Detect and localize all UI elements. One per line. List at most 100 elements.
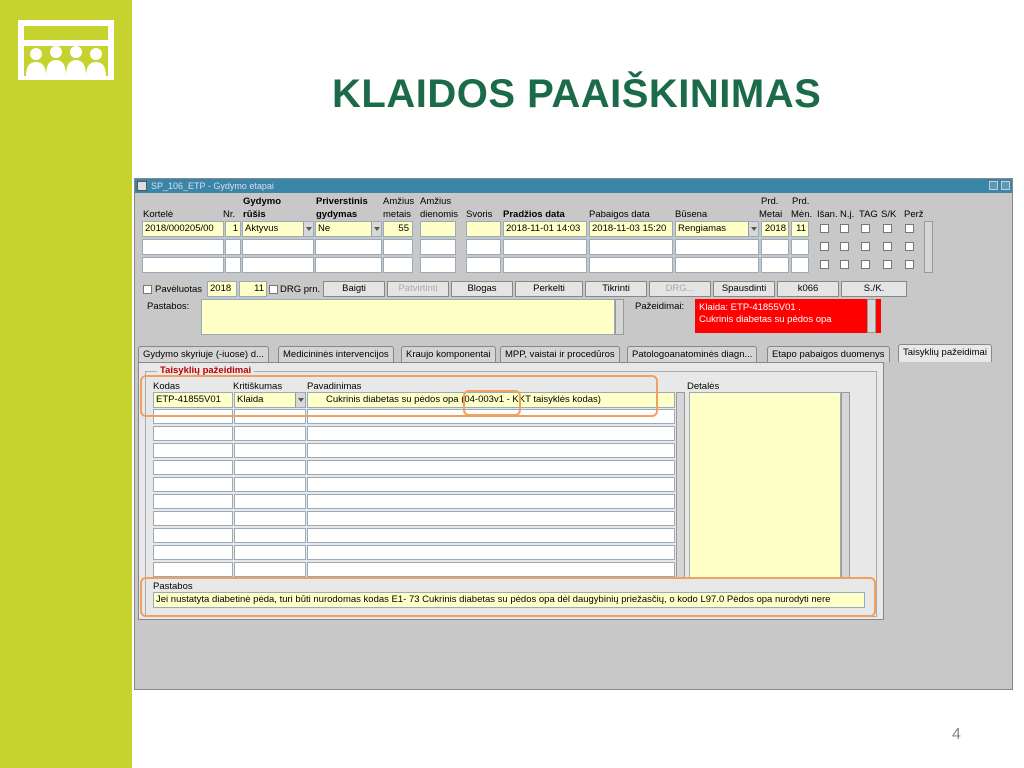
spausdinti-button[interactable]: Spausdinti bbox=[713, 281, 775, 297]
kritiskumas-field-row[interactable] bbox=[234, 460, 306, 475]
chevron-down-icon[interactable] bbox=[371, 222, 381, 236]
dienomis-field[interactable] bbox=[420, 221, 456, 237]
nr-field[interactable]: 1 bbox=[225, 221, 241, 237]
kodas-field-row[interactable] bbox=[153, 511, 233, 526]
men-field-3[interactable] bbox=[791, 257, 809, 273]
kodas-field-row[interactable] bbox=[153, 494, 233, 509]
records-scrollbar[interactable] bbox=[924, 221, 933, 273]
perz-checkbox-2[interactable] bbox=[905, 242, 914, 251]
kritiskumas-field-row[interactable] bbox=[234, 443, 306, 458]
pavadinimas-field-row[interactable] bbox=[307, 426, 675, 441]
nj-checkbox-2[interactable] bbox=[840, 242, 849, 251]
dienomis-field-3[interactable] bbox=[420, 257, 456, 273]
pavadinimas-field-row[interactable] bbox=[307, 545, 675, 560]
pavadinimas-field-row[interactable] bbox=[307, 528, 675, 543]
metais-field-3[interactable] bbox=[383, 257, 413, 273]
metai-field-3[interactable] bbox=[761, 257, 789, 273]
svoris-field-2[interactable] bbox=[466, 239, 501, 255]
chevron-down-icon[interactable] bbox=[303, 222, 313, 236]
dienomis-field-2[interactable] bbox=[420, 239, 456, 255]
kortele-field-2[interactable] bbox=[142, 239, 224, 255]
tag-checkbox-2[interactable] bbox=[861, 242, 870, 251]
busena-select[interactable]: Rengiamas bbox=[675, 221, 759, 237]
metai-field-2[interactable] bbox=[761, 239, 789, 255]
pavadinimas-field-row[interactable] bbox=[307, 494, 675, 509]
k066-button[interactable]: k066 bbox=[777, 281, 839, 297]
tab-taisykliu-pazeidimai[interactable]: Taisyklių pažeidimai bbox=[898, 344, 992, 362]
pastabos-scrollbar[interactable] bbox=[615, 299, 624, 335]
kortele-field[interactable]: 2018/000205/00 bbox=[142, 221, 224, 237]
kodas-field-row[interactable] bbox=[153, 460, 233, 475]
drg-button[interactable]: DRG... bbox=[649, 281, 711, 297]
nj-checkbox-3[interactable] bbox=[840, 260, 849, 269]
metai-field[interactable]: 2018 bbox=[761, 221, 789, 237]
close-icon[interactable] bbox=[1001, 181, 1010, 190]
nj-checkbox[interactable] bbox=[840, 224, 849, 233]
baigti-button[interactable]: Baigti bbox=[323, 281, 385, 297]
pradzios-field[interactable]: 2018-11-01 14:03 bbox=[503, 221, 587, 237]
kritiskumas-field-row[interactable] bbox=[234, 494, 306, 509]
svoris-field[interactable] bbox=[466, 221, 501, 237]
rusis-select[interactable]: Aktyvus bbox=[242, 221, 314, 237]
tab-gydymo-skyriuje[interactable]: Gydymo skyriuje (-iuose) d... bbox=[138, 346, 269, 362]
isan-checkbox[interactable] bbox=[820, 224, 829, 233]
tag-checkbox[interactable] bbox=[861, 224, 870, 233]
kritiskumas-field-row[interactable] bbox=[234, 426, 306, 441]
kodas-field-row[interactable] bbox=[153, 426, 233, 441]
tab-kraujo-komponentai[interactable]: Kraujo komponentai bbox=[401, 346, 496, 362]
pabaigos-field[interactable]: 2018-11-03 15:20 bbox=[589, 221, 673, 237]
kodas-field-row[interactable] bbox=[153, 545, 233, 560]
busena-field-2[interactable] bbox=[675, 239, 759, 255]
sk-checkbox-2[interactable] bbox=[883, 242, 892, 251]
kodas-field-row[interactable] bbox=[153, 528, 233, 543]
busena-field-3[interactable] bbox=[675, 257, 759, 273]
sk-button[interactable]: S./K. bbox=[841, 281, 907, 297]
detales-textarea[interactable] bbox=[689, 392, 841, 578]
error-scrollbar[interactable] bbox=[867, 299, 876, 333]
pabaigos-field-3[interactable] bbox=[589, 257, 673, 273]
kodas-field-row[interactable] bbox=[153, 443, 233, 458]
paveluotas-year-field[interactable]: 2018 bbox=[207, 281, 237, 297]
tab-medicinines-intervencijos[interactable]: Medicininės intervencijos bbox=[278, 346, 394, 362]
tab-mpp-vaistai[interactable]: MPP, vaistai ir procedūros bbox=[500, 346, 620, 362]
men-field-2[interactable] bbox=[791, 239, 809, 255]
kritiskumas-field-row[interactable] bbox=[234, 528, 306, 543]
perkelti-button[interactable]: Perkelti bbox=[515, 281, 583, 297]
tikrinti-button[interactable]: Tikrinti bbox=[585, 281, 647, 297]
kritiskumas-field-row[interactable] bbox=[234, 562, 306, 577]
pavadinimas-field-row[interactable] bbox=[307, 460, 675, 475]
rusis-field-2[interactable] bbox=[242, 239, 314, 255]
pabaigos-field-2[interactable] bbox=[589, 239, 673, 255]
kortele-field-3[interactable] bbox=[142, 257, 224, 273]
kritiskumas-field-row[interactable] bbox=[234, 477, 306, 492]
svoris-field-3[interactable] bbox=[466, 257, 501, 273]
paveluotas-checkbox[interactable] bbox=[143, 285, 152, 294]
men-field[interactable]: 11 bbox=[791, 221, 809, 237]
gydymas-field-3[interactable] bbox=[315, 257, 382, 273]
chevron-down-icon[interactable] bbox=[748, 222, 758, 236]
kritiskumas-field-row[interactable] bbox=[234, 545, 306, 560]
perz-checkbox-3[interactable] bbox=[905, 260, 914, 269]
paveluotas-month-field[interactable]: 11 bbox=[239, 281, 267, 297]
nr-field-3[interactable] bbox=[225, 257, 241, 273]
kodas-field-row[interactable] bbox=[153, 562, 233, 577]
drg-prn-checkbox[interactable] bbox=[269, 285, 278, 294]
gydymas-select[interactable]: Ne bbox=[315, 221, 382, 237]
isan-checkbox-3[interactable] bbox=[820, 260, 829, 269]
grid-scrollbar[interactable] bbox=[676, 392, 685, 578]
patvirtinti-button[interactable]: Patvirtinti bbox=[387, 281, 449, 297]
rusis-field-3[interactable] bbox=[242, 257, 314, 273]
metais-field[interactable]: 55 bbox=[383, 221, 413, 237]
pradzios-field-3[interactable] bbox=[503, 257, 587, 273]
tag-checkbox-3[interactable] bbox=[861, 260, 870, 269]
pastabos-textarea[interactable] bbox=[201, 299, 615, 335]
sk-checkbox[interactable] bbox=[883, 224, 892, 233]
pavadinimas-field-row[interactable] bbox=[307, 511, 675, 526]
pavadinimas-field-row[interactable] bbox=[307, 562, 675, 577]
pavadinimas-field-row[interactable] bbox=[307, 443, 675, 458]
minimize-icon[interactable] bbox=[989, 181, 998, 190]
blogas-button[interactable]: Blogas bbox=[451, 281, 513, 297]
pavadinimas-field-row[interactable] bbox=[307, 477, 675, 492]
kritiskumas-field-row[interactable] bbox=[234, 511, 306, 526]
sk-checkbox-3[interactable] bbox=[883, 260, 892, 269]
